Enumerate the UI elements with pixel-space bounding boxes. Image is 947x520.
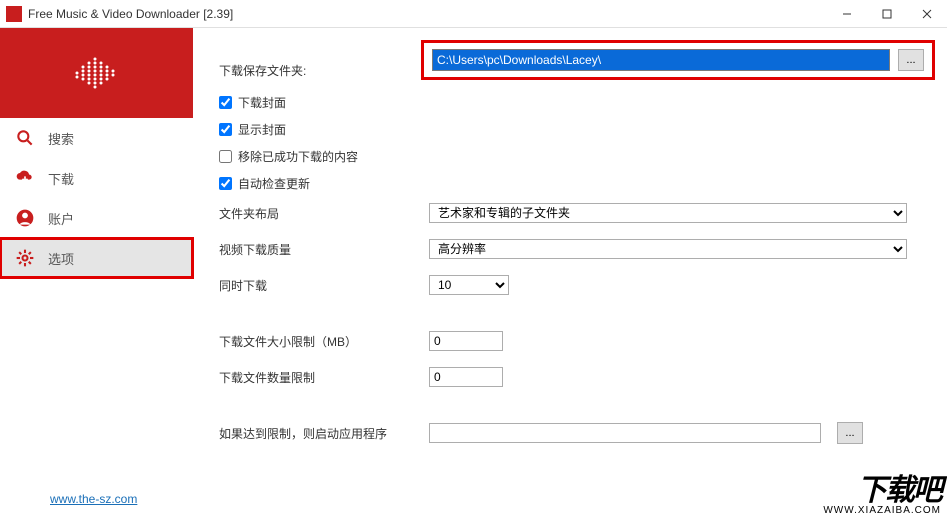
sidebar-item-label: 选项 bbox=[48, 249, 74, 268]
minimize-button[interactable] bbox=[827, 0, 867, 28]
sidebar-item-download[interactable]: 下载 bbox=[0, 158, 193, 198]
download-cover-label: 下载封面 bbox=[238, 94, 286, 111]
show-cover-checkbox[interactable] bbox=[219, 123, 232, 136]
remove-success-checkbox[interactable] bbox=[219, 150, 232, 163]
remove-success-label: 移除已成功下载的内容 bbox=[238, 148, 358, 165]
auto-update-checkbox[interactable] bbox=[219, 177, 232, 190]
browse-path-button[interactable]: ... bbox=[898, 49, 924, 71]
sidebar-item-search[interactable]: 搜索 bbox=[0, 118, 193, 158]
download-cover-checkbox[interactable] bbox=[219, 96, 232, 109]
watermark: 下载吧 WWW.XIAZAIBA.COM bbox=[823, 465, 941, 516]
path-label: 下载保存文件夹: bbox=[219, 62, 429, 79]
close-button[interactable] bbox=[907, 0, 947, 28]
video-quality-label: 视频下载质量 bbox=[219, 241, 429, 258]
watermark-text: 下载吧 bbox=[857, 465, 941, 509]
on-limit-label: 如果达到限制，则启动应用程序 bbox=[219, 425, 429, 442]
sidebar-item-account[interactable]: 账户 bbox=[0, 198, 193, 238]
maximize-icon bbox=[882, 9, 892, 19]
sidebar-item-label: 账户 bbox=[48, 209, 74, 228]
folder-layout-select[interactable]: 艺术家和专辑的子文件夹 bbox=[429, 203, 907, 223]
download-path-input[interactable] bbox=[432, 49, 890, 71]
auto-update-label: 自动检查更新 bbox=[238, 175, 310, 192]
app-icon bbox=[6, 6, 22, 22]
size-limit-label: 下载文件大小限制（MB） bbox=[219, 333, 429, 350]
checkbox-row: 自动检查更新 bbox=[219, 175, 927, 192]
titlebar: Free Music & Video Downloader [2.39] bbox=[0, 0, 947, 28]
concurrent-label: 同时下载 bbox=[219, 277, 429, 294]
sidebar-item-label: 搜索 bbox=[48, 129, 74, 148]
on-limit-app-input[interactable] bbox=[429, 423, 821, 443]
close-icon bbox=[922, 9, 932, 19]
minimize-icon bbox=[842, 9, 852, 19]
folder-layout-label: 文件夹布局 bbox=[219, 205, 429, 222]
path-highlight-box: ... bbox=[421, 40, 935, 80]
count-limit-label: 下载文件数量限制 bbox=[219, 369, 429, 386]
size-limit-input[interactable] bbox=[429, 331, 503, 351]
maximize-button[interactable] bbox=[867, 0, 907, 28]
cloud-download-icon bbox=[14, 167, 36, 189]
sidebar: 搜索 下载 账户 选项 www.the-sz.com bbox=[0, 28, 193, 520]
count-limit-input[interactable] bbox=[429, 367, 503, 387]
concurrent-select[interactable]: 10 bbox=[429, 275, 509, 295]
search-icon bbox=[14, 127, 36, 149]
checkbox-row: 移除已成功下载的内容 bbox=[219, 148, 927, 165]
video-quality-select[interactable]: 高分辨率 bbox=[429, 239, 907, 259]
watermark-url: WWW.XIAZAIBA.COM bbox=[823, 505, 941, 516]
show-cover-label: 显示封面 bbox=[238, 121, 286, 138]
checkbox-row: 下载封面 bbox=[219, 94, 927, 111]
on-limit-browse-button[interactable]: ... bbox=[837, 422, 863, 444]
logo-area bbox=[0, 28, 193, 118]
checkbox-row: 显示封面 bbox=[219, 121, 927, 138]
website-link[interactable]: www.the-sz.com bbox=[50, 492, 137, 506]
settings-panel: 下载保存文件夹: ... 下载封面 显示封面 移除已成功下载的内容 bbox=[193, 28, 947, 520]
app-logo-icon bbox=[67, 53, 127, 93]
gear-icon bbox=[14, 247, 36, 269]
window-title: Free Music & Video Downloader [2.39] bbox=[28, 7, 827, 21]
user-icon bbox=[14, 207, 36, 229]
footer-link-wrap: www.the-sz.com bbox=[0, 478, 193, 520]
sidebar-item-label: 下载 bbox=[48, 169, 74, 188]
sidebar-item-options[interactable]: 选项 bbox=[0, 238, 193, 278]
